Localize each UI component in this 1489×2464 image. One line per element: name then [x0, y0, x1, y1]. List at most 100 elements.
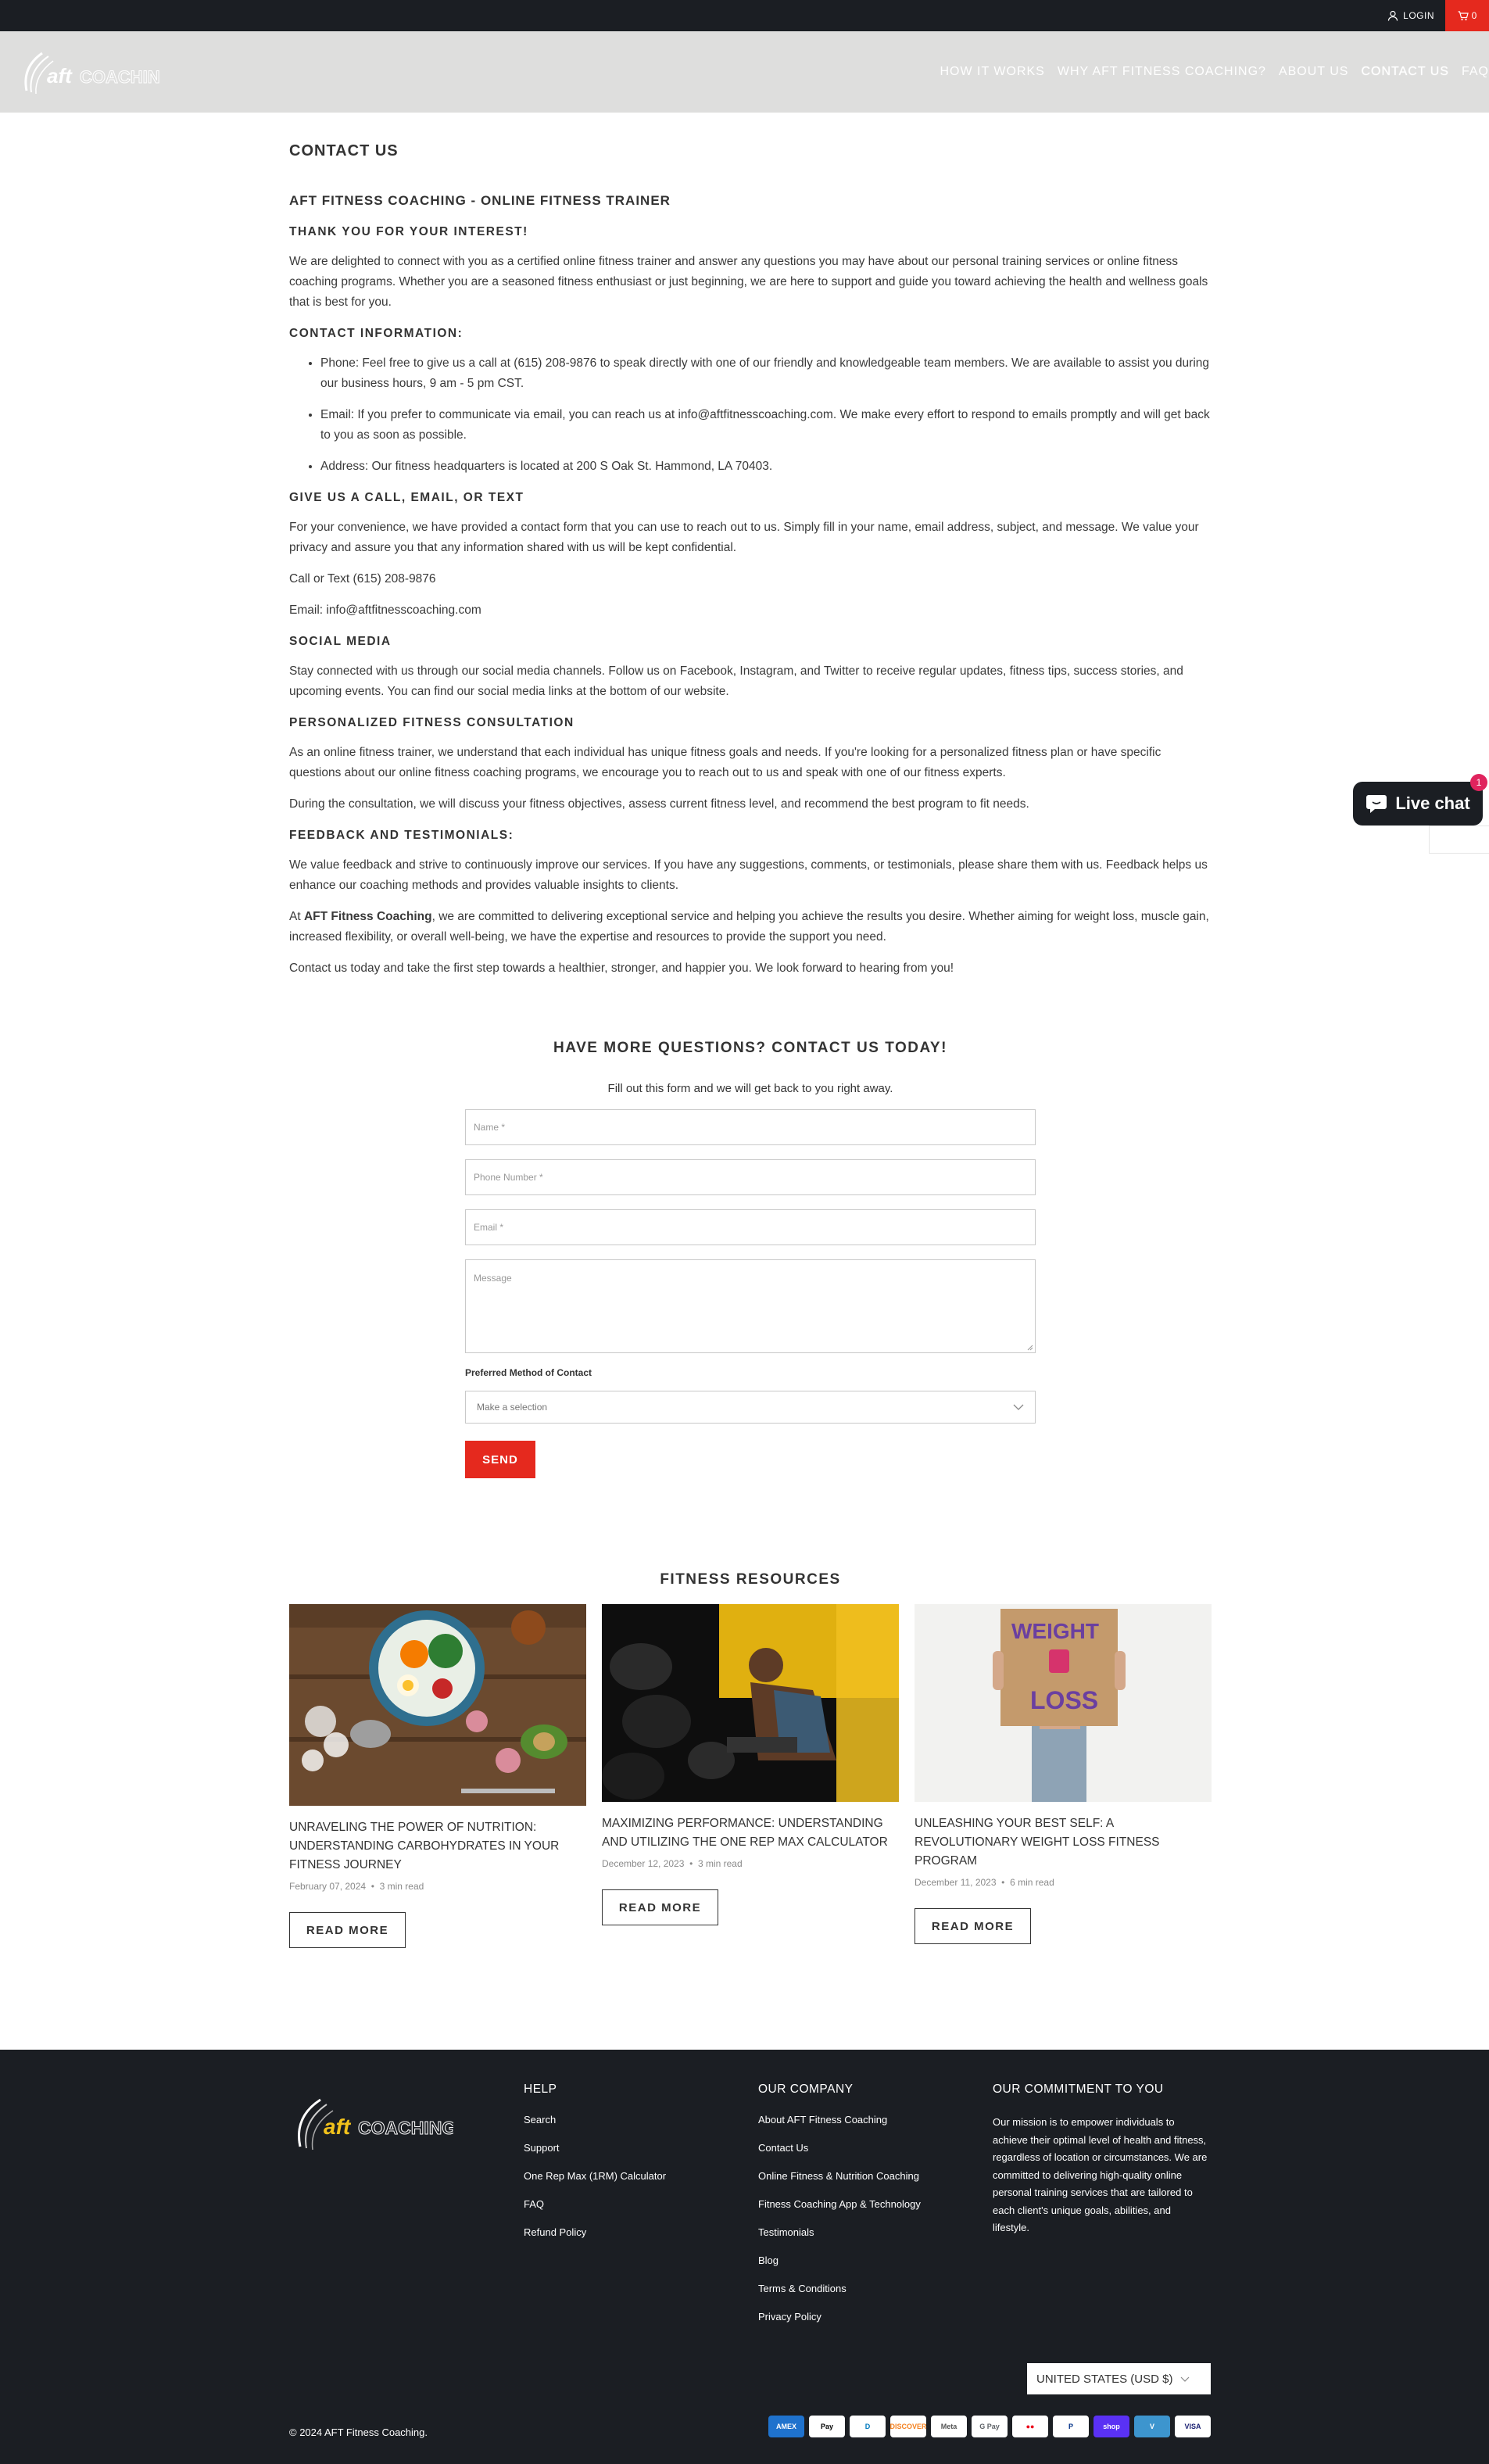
main-heading: AFT FITNESS COACHING - ONLINE FITNESS TR…: [289, 193, 671, 208]
payment-icon: D: [850, 2416, 886, 2437]
footer-logo[interactable]: aft COACHING: [289, 2089, 456, 2159]
live-chat-button[interactable]: Live chat: [1353, 782, 1483, 826]
svg-text:COACHING: COACHING: [80, 67, 159, 87]
sign-text-bottom: LOSS: [1030, 1686, 1098, 1714]
footer-link[interactable]: About AFT Fitness Coaching: [758, 2114, 977, 2126]
email-line: Email: info@aftfitnesscoaching.com: [289, 603, 481, 617]
footer-link[interactable]: Online Fitness & Nutrition Coaching: [758, 2170, 977, 2182]
contact-content: CONTACT US AFT FITNESS COACHING - ONLINE…: [289, 141, 1212, 990]
site-logo[interactable]: aft COACHING: [19, 44, 174, 100]
post-date: December 12, 2023: [602, 1858, 685, 1869]
commitment-text: Our mission is to empower individuals to…: [993, 2116, 1208, 2233]
nav-why-aft[interactable]: WHY AFT FITNESS COACHING?: [1058, 65, 1266, 79]
site-footer: aft COACHING HELP Search Support One Rep…: [0, 2050, 1489, 2464]
closing-paragraph: Contact us today and take the first step…: [289, 962, 954, 975]
cart-count: 0: [1471, 10, 1477, 21]
nav-how-it-works[interactable]: HOW IT WORKS: [940, 65, 1044, 79]
company-heading: OUR COMPANY: [758, 2083, 854, 2096]
payment-icon: Pay: [809, 2416, 845, 2437]
post-date: December 11, 2023: [915, 1877, 997, 1888]
svg-text:aft: aft: [324, 2115, 352, 2139]
payment-icon: shop: [1093, 2416, 1129, 2437]
fitness-resources: FITNESS RESOURCES UNRAVELING THE POWER O…: [289, 1571, 1212, 1948]
thanks-heading: THANK YOU FOR YOUR INTEREST!: [289, 225, 528, 238]
payment-icon: DISCOVER: [890, 2416, 927, 2437]
nutrition-image[interactable]: [289, 1604, 586, 1806]
post-title[interactable]: MAXIMIZING PERFORMANCE: UNDERSTANDING AN…: [602, 1814, 899, 1852]
social-heading: SOCIAL MEDIA: [289, 635, 392, 648]
social-paragraph: Stay connected with us through our socia…: [289, 664, 1183, 698]
consult-paragraph-2: During the consultation, we will discuss…: [289, 797, 1029, 811]
gym-image[interactable]: [602, 1604, 899, 1802]
preferred-contact-select[interactable]: Make a selection: [465, 1391, 1036, 1424]
form-subtitle: Fill out this form and we will get back …: [607, 1082, 893, 1095]
footer-link[interactable]: Refund Policy: [524, 2226, 743, 2238]
footer-commitment: OUR COMMITMENT TO YOU Our mission is to …: [993, 2083, 1208, 2237]
side-tab[interactable]: [1429, 826, 1489, 854]
copyright: © 2024 AFT Fitness Coaching.: [289, 2426, 428, 2438]
footer-link[interactable]: Fitness Coaching App & Technology: [758, 2198, 977, 2210]
form-title: HAVE MORE QUESTIONS? CONTACT US TODAY!: [553, 1040, 947, 1056]
login-link[interactable]: LOGIN: [1387, 0, 1434, 31]
currency-value: UNITED STATES (USD $): [1036, 2372, 1173, 2386]
footer-link[interactable]: Terms & Conditions: [758, 2283, 977, 2294]
post-title[interactable]: UNLEASHING YOUR BEST SELF: A REVOLUTIONA…: [915, 1814, 1212, 1871]
footer-link[interactable]: Contact Us: [758, 2142, 977, 2154]
footer-company: OUR COMPANY About AFT Fitness Coaching C…: [758, 2083, 977, 2339]
email-input[interactable]: Email *: [465, 1209, 1036, 1245]
footer-link[interactable]: FAQ: [524, 2198, 743, 2210]
blog-card: MAXIMIZING PERFORMANCE: UNDERSTANDING AN…: [602, 1604, 899, 1948]
resize-handle-icon[interactable]: [1025, 1343, 1033, 1351]
chevron-down-icon: [1013, 1404, 1024, 1410]
weight-loss-image[interactable]: WEIGHT LOSS: [915, 1604, 1212, 1802]
cart-button[interactable]: 0: [1445, 0, 1489, 31]
message-placeholder: Message: [474, 1273, 512, 1284]
svg-text:aft: aft: [47, 64, 73, 88]
login-label: LOGIN: [1403, 10, 1434, 21]
footer-link[interactable]: Privacy Policy: [758, 2311, 977, 2323]
call-or-text: Call or Text (615) 208-9876: [289, 572, 436, 586]
call-paragraph: For your convenience, we have provided a…: [289, 521, 1199, 554]
post-meta: February 07, 2024 • 3 min read: [289, 1881, 424, 1892]
resources-title: FITNESS RESOURCES: [660, 1571, 841, 1588]
blog-card: WEIGHT LOSS UNLEASHING YOUR BEST SELF: A…: [915, 1604, 1212, 1948]
blog-card: UNRAVELING THE POWER OF NUTRITION: UNDER…: [289, 1604, 586, 1948]
live-chat-label: Live chat: [1395, 793, 1470, 813]
read-more-button[interactable]: READ MORE: [602, 1889, 718, 1925]
top-utility-bar: LOGIN 0: [0, 0, 1489, 31]
footer-link[interactable]: One Rep Max (1RM) Calculator: [524, 2170, 743, 2182]
commitment-paragraph: At AFT Fitness Coaching, we are committe…: [289, 907, 1212, 947]
post-read-time: 6 min read: [1010, 1877, 1054, 1888]
message-textarea[interactable]: Message: [465, 1259, 1036, 1353]
phone-input[interactable]: Phone Number *: [465, 1159, 1036, 1195]
select-value: Make a selection: [477, 1402, 548, 1413]
nav-about-us[interactable]: ABOUT US: [1279, 65, 1349, 79]
nav-contact-us[interactable]: CONTACT US: [1361, 65, 1449, 79]
consult-heading: PERSONALIZED FITNESS CONSULTATION: [289, 716, 574, 729]
payment-icon: AMEX: [768, 2416, 804, 2437]
payment-icon: Meta: [931, 2416, 967, 2437]
post-meta: December 12, 2023 • 3 min read: [602, 1858, 743, 1869]
post-read-time: 3 min read: [379, 1881, 424, 1892]
payment-icon: ●●: [1012, 2416, 1048, 2437]
name-input[interactable]: Name *: [465, 1109, 1036, 1145]
footer-link[interactable]: Testimonials: [758, 2226, 977, 2238]
feedback-paragraph: We value feedback and strive to continuo…: [289, 858, 1208, 892]
footer-link[interactable]: Blog: [758, 2254, 977, 2266]
post-title[interactable]: UNRAVELING THE POWER OF NUTRITION: UNDER…: [289, 1818, 586, 1875]
sign-text-top: WEIGHT: [1011, 1619, 1099, 1643]
commit-prefix: At: [289, 910, 304, 923]
footer-link[interactable]: Support: [524, 2142, 743, 2154]
payment-icon: P: [1053, 2416, 1089, 2437]
read-more-button[interactable]: READ MORE: [289, 1912, 406, 1948]
currency-selector[interactable]: UNITED STATES (USD $): [1027, 2363, 1211, 2394]
cart-icon: [1458, 10, 1469, 20]
nav-faq[interactable]: FAQ: [1462, 65, 1489, 79]
payment-icon: V: [1134, 2416, 1170, 2437]
footer-link[interactable]: Search: [524, 2114, 743, 2126]
payment-icon: G Pay: [972, 2416, 1008, 2437]
read-more-button[interactable]: READ MORE: [915, 1908, 1031, 1944]
send-button[interactable]: SEND: [465, 1441, 535, 1478]
footer-help: HELP Search Support One Rep Max (1RM) Ca…: [524, 2083, 743, 2254]
call-heading: GIVE US A CALL, EMAIL, OR TEXT: [289, 491, 524, 504]
